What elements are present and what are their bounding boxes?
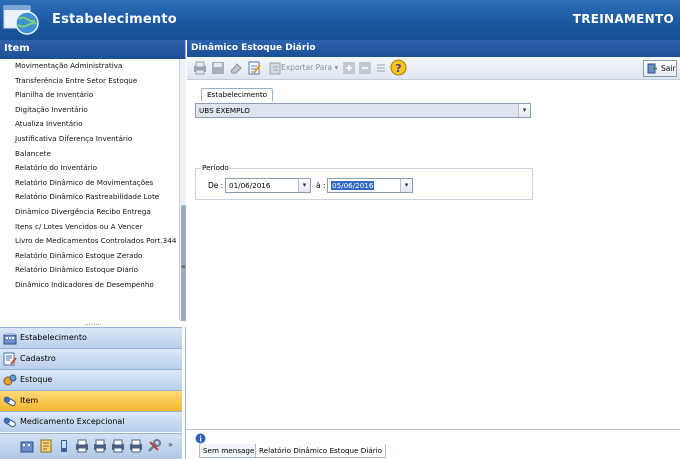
zoom-in-icon[interactable]: [342, 61, 356, 75]
phone-icon[interactable]: [57, 439, 71, 453]
nav-label: Estabelecimento: [20, 333, 87, 342]
menu-scrollbar[interactable]: «: [179, 59, 186, 325]
export-dropdown[interactable]: Exportar Para ▾: [281, 63, 338, 72]
de-label: De :: [208, 181, 224, 190]
edit-form-icon: [3, 352, 17, 366]
estabelecimento-value: UBS EXEMPLO: [199, 106, 250, 115]
menu-item-planilha-inventario[interactable]: Planilha de Inventário: [0, 88, 178, 103]
stock-icon: [3, 374, 17, 386]
tools-icon[interactable]: [147, 439, 161, 453]
page-icon[interactable]: [374, 61, 388, 75]
menu-item-indicadores-desempenho[interactable]: Dinâmico Indicadores de Desempenho: [0, 278, 178, 293]
left-panel-title: Item: [0, 40, 185, 59]
svg-text:?: ?: [395, 62, 401, 75]
nav-button-item[interactable]: Item: [0, 390, 182, 411]
export-label: Exportar Para: [281, 63, 333, 72]
date-to-field[interactable]: 05/06/2016 ▾: [327, 178, 413, 193]
zoom-out-icon[interactable]: [358, 61, 372, 75]
menu-item-atualiza-inventario[interactable]: Atualiza Inventário: [0, 117, 178, 132]
menu-item-estoque-zerado[interactable]: Relatório Dinâmico Estoque Zerado: [0, 249, 178, 264]
menu-item-rastreabilidade-lote[interactable]: Relatório Dinâmico Rastreabilidade Lote: [0, 190, 178, 205]
menu-item-transferencia-setor[interactable]: Transferência Entre Setor Estoque: [0, 74, 178, 89]
eraser-icon[interactable]: [229, 61, 243, 75]
report-toolbar: Exportar Para ▾ ? Sair: [187, 57, 680, 80]
printer-icon[interactable]: [129, 439, 143, 453]
collapse-panel-icon[interactable]: «: [181, 262, 186, 271]
status-bar: Sem mensagem Relatório Dinâmico Estoque …: [187, 429, 680, 459]
more-shortcuts-icon[interactable]: »: [168, 440, 173, 449]
printer-icon[interactable]: [93, 439, 107, 453]
info-icon[interactable]: [195, 433, 206, 444]
help-icon[interactable]: ?: [390, 59, 407, 76]
date-to-value: 05/06/2016: [331, 181, 375, 190]
pill-icon: [3, 417, 16, 428]
report-form: Estabelecimento UBS EXEMPLO ▾ Período De…: [187, 81, 680, 429]
nav-button-estoque[interactable]: Estoque: [0, 369, 182, 390]
menu-item-digitacao-inventario[interactable]: Digitação Inventário: [0, 103, 178, 118]
periodo-group: Período De : 01/06/2016 ▾ à : 05/06/2016…: [195, 163, 533, 200]
report-title: Dinâmico Estoque Diário: [187, 40, 680, 57]
edit-form-icon[interactable]: [39, 439, 53, 453]
menu-item-estoque-diario[interactable]: Relatório Dinâmico Estoque Diário: [0, 263, 178, 278]
nav-label: Item: [20, 396, 39, 405]
chevron-down-icon[interactable]: ▾: [298, 179, 310, 192]
chevron-down-icon[interactable]: ▾: [400, 179, 412, 192]
menu-item-lotes-vencidos[interactable]: Itens c/ Lotes Vencidos ou A Vencer: [0, 220, 178, 235]
printer-icon[interactable]: [75, 439, 89, 453]
tab-estabelecimento[interactable]: Estabelecimento: [201, 88, 274, 101]
menu-item-relatorio-movimentacoes[interactable]: Relatório Dinâmico de Movimentações: [0, 176, 178, 191]
nav-label: Medicamento Excepcional: [20, 417, 125, 426]
menu-item-divergencia-recibo[interactable]: Dinâmico Divergência Recibo Entrega: [0, 205, 178, 220]
left-nav-panel: Item Movimentação Administrativa Transfe…: [0, 40, 186, 459]
chevron-down-icon: ▾: [334, 63, 339, 72]
menu-item-relatorio-inventario[interactable]: Relatório do Inventário: [0, 161, 178, 176]
periodo-label: Período: [201, 163, 230, 172]
nav-label: Cadastro: [20, 354, 56, 363]
exit-label: Sair: [661, 64, 676, 73]
nav-button-estabelecimento[interactable]: Estabelecimento: [0, 327, 182, 348]
globe-window-icon: [3, 5, 39, 35]
nav-button-cadastro[interactable]: Cadastro: [0, 348, 182, 369]
date-from-value: 01/06/2016: [229, 181, 271, 190]
nav-label: Estoque: [20, 375, 53, 384]
environment-label: TREINAMENTO: [572, 12, 674, 26]
estabelecimento-select[interactable]: UBS EXEMPLO ▾: [195, 103, 531, 118]
date-from-field[interactable]: 01/06/2016 ▾: [225, 178, 311, 193]
save-icon[interactable]: [211, 61, 225, 75]
pill-icon: [3, 396, 16, 407]
printer-icon[interactable]: [111, 439, 125, 453]
app-title: Estabelecimento: [52, 12, 177, 27]
building-icon: [3, 333, 17, 345]
building-icon[interactable]: [20, 439, 34, 453]
menu-item-movimentacao-administrativa[interactable]: Movimentação Administrativa: [0, 59, 178, 74]
app-window: Estabelecimento TREINAMENTO Item Movimen…: [0, 0, 680, 459]
nav-button-medicamento-excepcional[interactable]: Medicamento Excepcional: [0, 411, 182, 432]
app-header: Estabelecimento TREINAMENTO: [0, 0, 680, 40]
chevron-down-icon[interactable]: ▾: [518, 104, 530, 117]
menu-item-justificativa-diferenca[interactable]: Justificativa Diferença Inventário: [0, 132, 178, 147]
a-label: à :: [316, 181, 326, 190]
menu-item-livro-controlados[interactable]: Livro de Medicamentos Controlados Port.3…: [0, 234, 178, 249]
exit-door-icon: [647, 63, 657, 74]
menu-list: Movimentação Administrativa Transferênci…: [0, 59, 178, 321]
bottom-shortcut-bar: »: [0, 433, 182, 459]
checklist-icon[interactable]: [247, 61, 261, 75]
exit-button[interactable]: Sair: [643, 60, 677, 77]
menu-item-balancete[interactable]: Balancete: [0, 147, 178, 162]
tab-report-estoque-diario[interactable]: Relatório Dinâmico Estoque Diário: [255, 444, 387, 458]
report-panel: Dinâmico Estoque Diário Exportar Para ▾ …: [187, 40, 680, 459]
print-icon[interactable]: [193, 61, 207, 75]
